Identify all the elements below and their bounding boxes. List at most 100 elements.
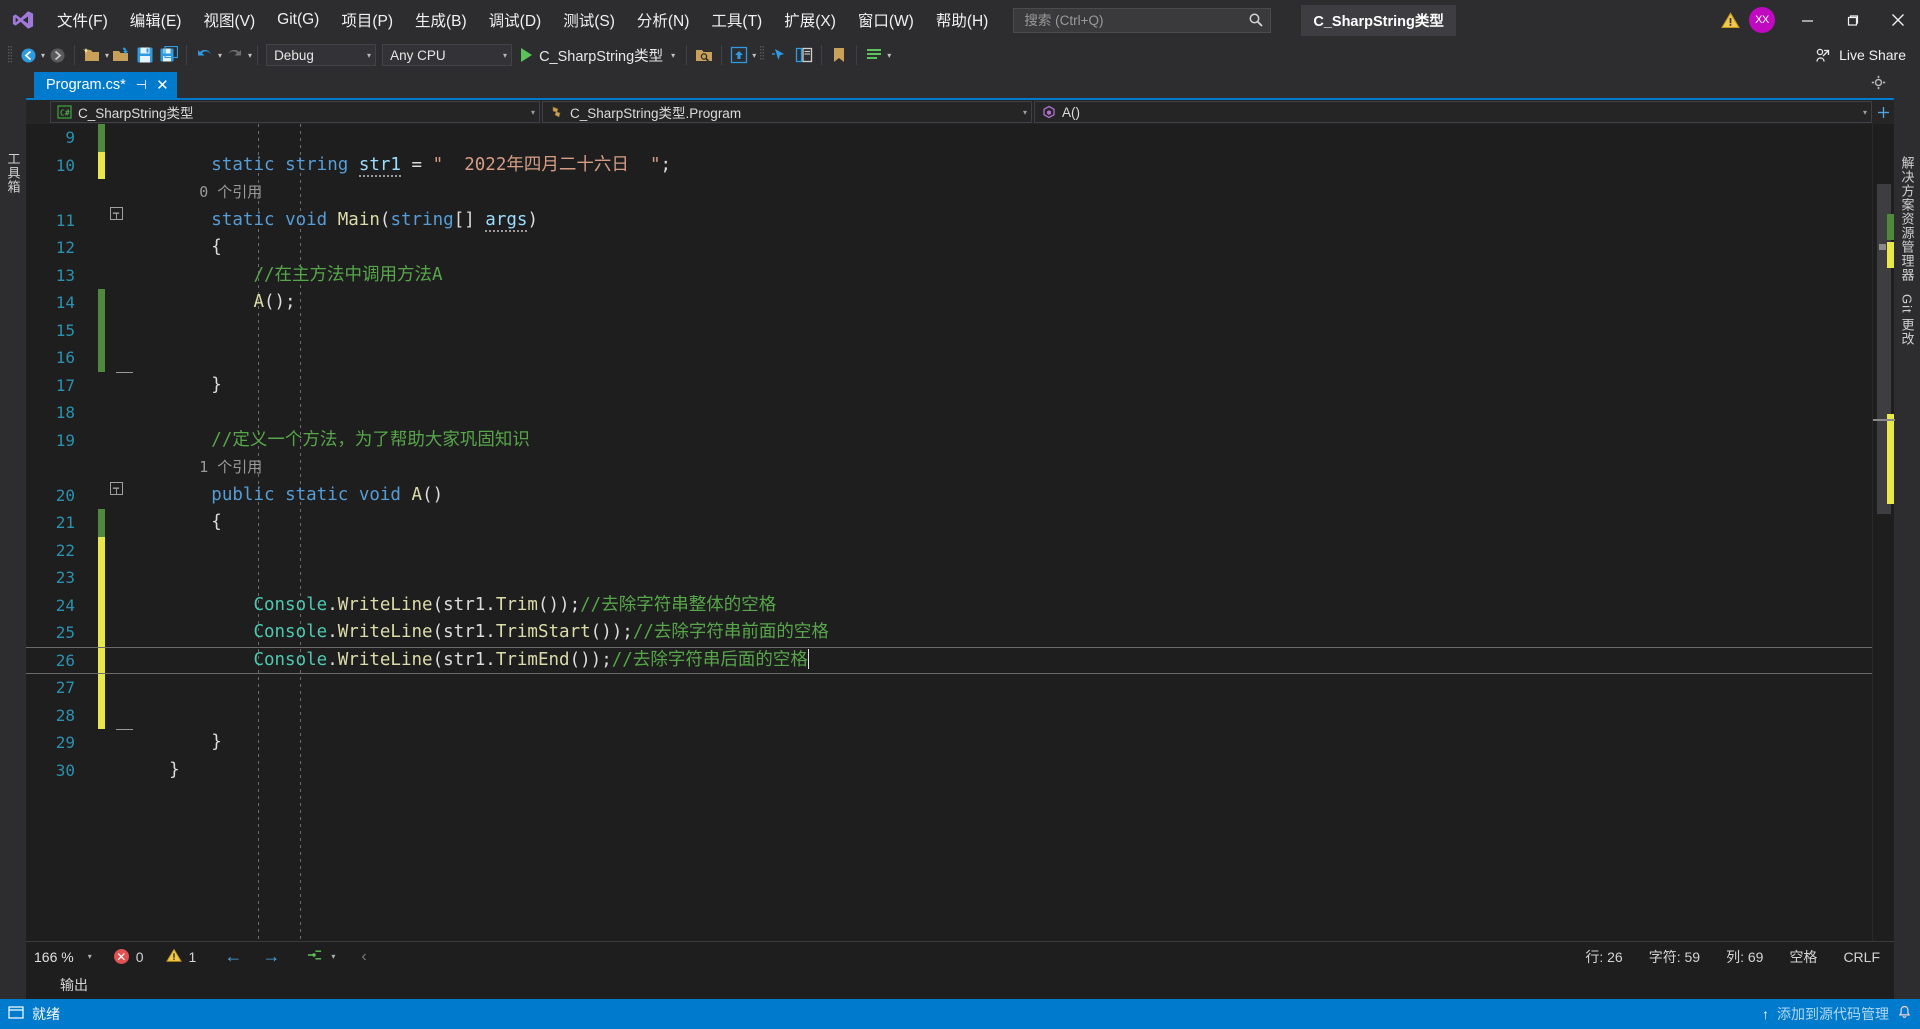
editor-surface[interactable]: 9 10 static string str1 = " 2022年四月二十六日 "…	[26, 124, 1895, 941]
code-line[interactable]: 16	[26, 344, 1872, 372]
output-panel[interactable]: 输出	[26, 971, 1894, 999]
close-button[interactable]	[1875, 0, 1920, 40]
menu-analyze[interactable]: 分析(N)	[626, 0, 701, 40]
code-text[interactable]: }	[127, 757, 180, 785]
error-count[interactable]: ✕ 0	[113, 949, 144, 965]
close-icon[interactable]: ✕	[156, 78, 169, 93]
notification-warning-icon[interactable]	[1713, 11, 1747, 29]
code-text[interactable]: Console.WriteLine(str1.TrimStart());//去除…	[127, 619, 828, 647]
code-text[interactable]: //在主方法中调用方法A	[127, 262, 442, 290]
chevron-down-icon[interactable]: ▾	[88, 952, 92, 961]
redo-button[interactable]	[222, 43, 247, 67]
code-text[interactable]: static void Main(string[] args)	[127, 207, 538, 235]
previous-error-button[interactable]: ←	[224, 946, 242, 967]
menu-git[interactable]: Git(G)	[266, 0, 330, 40]
code-line[interactable]: 30 }	[26, 757, 1872, 785]
search-input[interactable]	[1024, 12, 1249, 28]
toolbox-rail[interactable]: 工具箱	[0, 70, 26, 999]
solution-configuration-combo[interactable]: Debug ▾	[266, 44, 377, 66]
tab-program-cs[interactable]: Program.cs* ⊣ ✕	[34, 72, 177, 98]
code-text[interactable]: public static void A()	[127, 482, 443, 510]
menu-extensions[interactable]: 扩展(X)	[773, 0, 847, 40]
menu-edit[interactable]: 编辑(E)	[119, 0, 193, 40]
project-dropdown[interactable]: C# C_SharpString类型 ▾	[50, 101, 540, 123]
menu-project[interactable]: 项目(P)	[330, 0, 404, 40]
code-line[interactable]: 9	[26, 124, 1872, 152]
live-preview-button[interactable]	[692, 43, 716, 67]
toolbar-grip-2[interactable]	[756, 44, 768, 66]
warning-count[interactable]: 1	[165, 948, 196, 966]
start-debug-button[interactable]: C_SharpString类型 ▾	[515, 43, 681, 67]
solution-platform-combo[interactable]: Any CPU ▾	[382, 44, 513, 66]
code-text[interactable]: }	[127, 729, 222, 757]
navigate-backward-button[interactable]	[16, 43, 40, 67]
new-project-button[interactable]	[80, 43, 104, 67]
code-line[interactable]: 1 个引用	[26, 454, 1872, 482]
bookmark-button[interactable]	[827, 43, 851, 67]
code-line[interactable]: 21 {	[26, 509, 1872, 537]
menu-build[interactable]: 生成(B)	[404, 0, 478, 40]
code-line[interactable]: 18	[26, 399, 1872, 427]
code-text[interactable]: {	[127, 509, 222, 537]
code-line[interactable]: 26 Console.WriteLine(str1.TrimEnd());//去…	[26, 646, 1872, 675]
code-text[interactable]: A();	[127, 289, 295, 317]
start-debug-dropdown-icon[interactable]: ▾	[671, 51, 675, 60]
code-line[interactable]: 23	[26, 564, 1872, 592]
code-line[interactable]: 10 static string str1 = " 2022年四月二十六日 ";	[26, 151, 1872, 180]
gear-icon[interactable]	[1871, 75, 1886, 95]
code-text[interactable]: Console.WriteLine(str1.Trim());//去除字符串整体…	[127, 592, 776, 620]
open-file-button[interactable]	[109, 43, 133, 67]
code-line[interactable]: 12 {	[26, 234, 1872, 262]
code-line[interactable]: 28	[26, 701, 1872, 729]
code-text[interactable]: }	[127, 372, 222, 400]
code-line[interactable]: 17 }	[26, 371, 1872, 400]
code-text-area[interactable]: 9 10 static string str1 = " 2022年四月二十六日 "…	[26, 124, 1872, 941]
code-line[interactable]: 15	[26, 316, 1872, 344]
navigate-forward-button[interactable]	[45, 43, 69, 67]
line-ending-label[interactable]: CRLF	[1843, 949, 1880, 965]
code-line[interactable]: 19 //定义一个方法，为了帮助大家巩固知识	[26, 427, 1872, 455]
minimize-button[interactable]	[1785, 0, 1830, 40]
toolbar-grip[interactable]	[4, 44, 16, 66]
upload-icon[interactable]: ↑	[1762, 1006, 1769, 1022]
code-line[interactable]: 0 个引用	[26, 179, 1872, 207]
comment-dropdown-icon[interactable]: ▾	[887, 51, 891, 60]
navbar-split-button[interactable]	[1872, 100, 1894, 124]
quick-launch-search[interactable]	[1013, 7, 1272, 33]
outlining-column[interactable]: −	[105, 206, 127, 220]
code-text[interactable]: {	[127, 234, 222, 262]
code-line[interactable]: 20 − public static void A()	[26, 481, 1872, 510]
code-line[interactable]: 13 //在主方法中调用方法A	[26, 262, 1872, 290]
select-element-button[interactable]	[768, 43, 792, 67]
comment-selection-button[interactable]	[862, 43, 886, 67]
menu-window[interactable]: 窗口(W)	[847, 0, 925, 40]
code-line[interactable]: 29 }	[26, 729, 1872, 757]
bell-icon[interactable]	[1897, 1005, 1912, 1023]
code-line[interactable]: 27	[26, 674, 1872, 702]
menu-debug[interactable]: 调试(D)	[478, 0, 553, 40]
code-text[interactable]: Console.WriteLine(str1.TrimEnd());//去除字符…	[127, 647, 810, 675]
outlining-column[interactable]: −	[105, 481, 127, 495]
code-text[interactable]: //定义一个方法，为了帮助大家巩固知识	[127, 427, 530, 455]
code-line[interactable]: 25 Console.WriteLine(str1.TrimStart());/…	[26, 619, 1872, 647]
save-button[interactable]	[133, 43, 157, 67]
class-dropdown[interactable]: C_SharpString类型.Program ▾	[542, 101, 1032, 123]
zoom-control[interactable]: 166 % ▾	[34, 949, 92, 965]
save-all-button[interactable]	[157, 43, 181, 67]
menu-help[interactable]: 帮助(H)	[925, 0, 1000, 40]
live-share-button[interactable]: Live Share	[1801, 42, 1920, 68]
next-error-button[interactable]: →	[262, 946, 280, 967]
indentation-label[interactable]: 空格	[1789, 947, 1817, 967]
vertical-scrollbar[interactable]	[1872, 124, 1895, 941]
menu-view[interactable]: 视图(V)	[192, 0, 266, 40]
codelens-text[interactable]: 1 个引用	[127, 454, 262, 482]
maximize-button[interactable]	[1830, 0, 1875, 40]
menu-test[interactable]: 测试(S)	[552, 0, 626, 40]
code-text[interactable]: static string str1 = " 2022年四月二十六日 ";	[127, 152, 671, 180]
undo-button[interactable]	[192, 43, 217, 67]
code-line[interactable]: 14 A();	[26, 289, 1872, 317]
redo-dropdown-icon[interactable]: ▾	[248, 51, 252, 60]
scroll-left-icon[interactable]: ‹	[361, 948, 366, 966]
tool-window-rail[interactable]: 解决方案资源管理器 Git 更改	[1894, 70, 1920, 999]
menu-file[interactable]: 文件(F)	[46, 0, 119, 40]
